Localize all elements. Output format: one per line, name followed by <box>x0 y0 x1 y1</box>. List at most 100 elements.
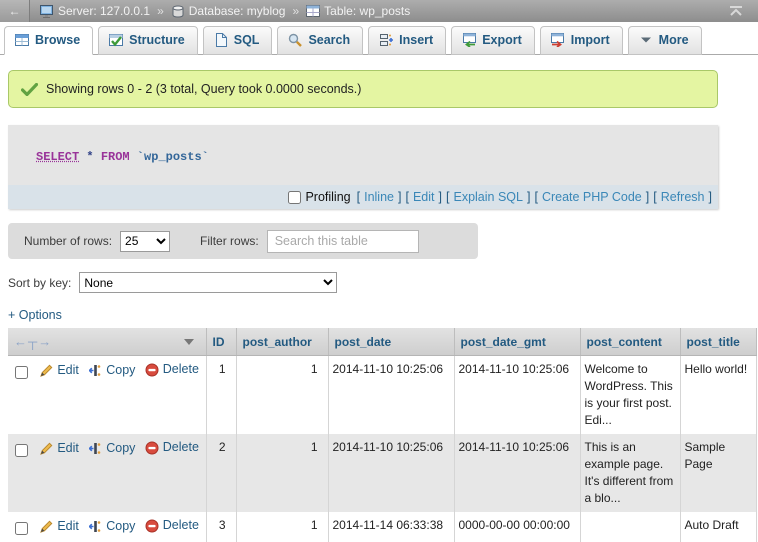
edit-query-link[interactable]: Edit <box>413 190 435 204</box>
delete-link-label: Delete <box>163 439 199 456</box>
tab-sql[interactable]: SQL <box>203 26 273 55</box>
edit-link-label: Edit <box>57 440 79 457</box>
profiling-checkbox[interactable] <box>288 191 301 204</box>
back-arrow-icon: ← <box>9 4 21 18</box>
cell-post-content <box>580 512 680 542</box>
cell-post-date: 2014-11-10 10:25:06 <box>328 434 454 512</box>
cell-post-author: 1 <box>236 434 328 512</box>
edit-link[interactable]: Edit <box>39 518 79 535</box>
cell-post-title: Sample Page <box>680 434 756 512</box>
collapse-panel-button[interactable] <box>728 6 744 16</box>
cell-id: 2 <box>206 434 236 512</box>
result-controls-bar: Number of rows: 25 Filter rows: <box>8 223 478 259</box>
filter-rows-input[interactable] <box>267 230 419 253</box>
delete-link[interactable]: Delete <box>145 361 199 378</box>
tab-bar: Browse Structure SQL Search Insert <box>0 22 758 55</box>
cell-post-content: This is an example page. It's different … <box>580 434 680 512</box>
sort-by-key-label: Sort by key: <box>8 276 71 290</box>
row-checkbox[interactable] <box>15 366 28 379</box>
column-header-id[interactable]: ID <box>206 328 236 356</box>
edit-link-label: Edit <box>57 362 79 379</box>
bracket: ] <box>646 190 649 204</box>
copy-link-label: Copy <box>106 440 135 457</box>
browse-icon <box>15 33 29 47</box>
success-message-text: Showing rows 0 - 2 (3 total, Query took … <box>46 82 361 96</box>
structure-icon <box>109 33 123 47</box>
database-icon <box>171 4 185 18</box>
delete-icon <box>145 441 159 455</box>
row-checkbox[interactable] <box>15 444 28 457</box>
copy-icon <box>88 519 102 533</box>
success-check-icon <box>21 83 38 96</box>
tab-export[interactable]: Export <box>451 26 535 55</box>
sort-by-key-row: Sort by key: None <box>8 272 758 293</box>
breadcrumb-separator: » <box>157 4 164 18</box>
edit-link[interactable]: Edit <box>39 362 79 379</box>
bracket: [ <box>405 190 408 204</box>
profiling-label: Profiling <box>305 190 350 204</box>
success-message: Showing rows 0 - 2 (3 total, Query took … <box>8 70 718 108</box>
copy-link[interactable]: Copy <box>88 440 135 457</box>
column-header-post-date-gmt[interactable]: post_date_gmt <box>454 328 580 356</box>
number-of-rows-select[interactable]: 25 <box>120 231 170 252</box>
cell-id: 1 <box>206 356 236 435</box>
action-column-header[interactable]: ←┬→ <box>8 328 206 356</box>
sort-by-key-select[interactable]: None <box>79 272 337 293</box>
tab-more[interactable]: More <box>628 26 702 55</box>
breadcrumb: Server: 127.0.0.1 » Database: myblog » T… <box>40 4 410 18</box>
tab-search[interactable]: Search <box>277 26 363 55</box>
row-actions-cell: Edit Copy Delete <box>8 512 206 542</box>
copy-link[interactable]: Copy <box>88 518 135 535</box>
delete-link-label: Delete <box>163 361 199 378</box>
column-header-post-author[interactable]: post_author <box>236 328 328 356</box>
cell-id: 3 <box>206 512 236 542</box>
phpmyadmin-browse-page: ← Server: 127.0.0.1 » Database: myblog » <box>0 0 758 542</box>
sql-keyword-select[interactable]: SELECT <box>36 150 79 164</box>
back-button[interactable]: ← <box>0 0 30 22</box>
bracket: [ <box>357 190 360 204</box>
edit-pencil-icon <box>39 363 53 377</box>
inline-link[interactable]: Inline <box>364 190 394 204</box>
sql-query-panel: SELECT * FROM `wp_posts` Profiling [ Inl… <box>8 125 718 209</box>
breadcrumb-table-label: Table: wp_posts <box>324 4 410 18</box>
create-php-code-link[interactable]: Create PHP Code <box>542 190 642 204</box>
cell-post-date: 2014-11-10 10:25:06 <box>328 356 454 435</box>
collapse-chevron-icon <box>728 6 744 16</box>
tab-browse[interactable]: Browse <box>4 26 93 55</box>
bracket: ] <box>709 190 712 204</box>
options-toggle-link[interactable]: + Options <box>8 308 62 322</box>
sql-keyword-from: FROM <box>101 150 130 164</box>
delete-link[interactable]: Delete <box>145 439 199 456</box>
cell-post-date-gmt: 2014-11-10 10:25:06 <box>454 434 580 512</box>
breadcrumb-server[interactable]: Server: 127.0.0.1 <box>40 4 150 18</box>
delete-link[interactable]: Delete <box>145 517 199 534</box>
explain-sql-link[interactable]: Explain SQL <box>453 190 522 204</box>
header-dropdown-icon[interactable] <box>184 339 194 345</box>
filter-rows-label: Filter rows: <box>200 234 259 248</box>
bracket: [ <box>446 190 449 204</box>
copy-link[interactable]: Copy <box>88 362 135 379</box>
tab-structure[interactable]: Structure <box>98 26 198 55</box>
results-table: ←┬→ ID post_author post_date post_date_g… <box>8 328 757 542</box>
bracket: ] <box>527 190 530 204</box>
column-header-post-date[interactable]: post_date <box>328 328 454 356</box>
tab-label: SQL <box>234 33 260 47</box>
edit-pencil-icon <box>39 441 53 455</box>
tab-import[interactable]: Import <box>540 26 623 55</box>
column-header-post-title[interactable]: post_title <box>680 328 756 356</box>
row-checkbox[interactable] <box>15 522 28 535</box>
table-row: Edit Copy Delete 1 1 2014-11-10 10:25:06… <box>8 356 756 435</box>
cell-post-author: 1 <box>236 512 328 542</box>
tab-label: Browse <box>35 33 80 47</box>
column-header-post-content[interactable]: post_content <box>580 328 680 356</box>
query-actions-bar: Profiling [ Inline ] [ Edit ] [ Explain … <box>8 185 718 209</box>
tab-insert[interactable]: Insert <box>368 26 446 55</box>
bracket: ] <box>398 190 401 204</box>
breadcrumb-database[interactable]: Database: myblog <box>171 4 286 18</box>
refresh-link[interactable]: Refresh <box>661 190 705 204</box>
row-actions-cell: Edit Copy Delete <box>8 356 206 435</box>
cell-post-date: 2014-11-14 06:33:38 <box>328 512 454 542</box>
table-row: Edit Copy Delete 2 1 2014-11-10 10:25:06… <box>8 434 756 512</box>
breadcrumb-table[interactable]: Table: wp_posts <box>306 4 410 18</box>
edit-link[interactable]: Edit <box>39 440 79 457</box>
